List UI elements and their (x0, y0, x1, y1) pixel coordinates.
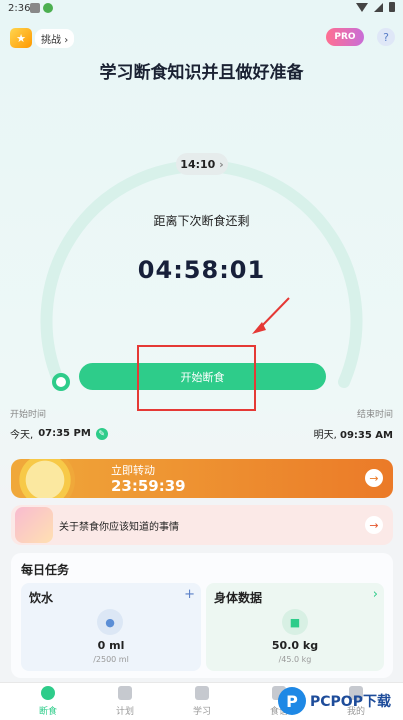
spin-promo-banner[interactable]: 立即转动 23:59:39 → (11, 459, 393, 498)
water-drop-icon: ● (97, 609, 123, 635)
plan-time: 14:10 (180, 157, 216, 171)
book-icon (118, 686, 132, 700)
water-task-name: 饮水 (29, 591, 54, 605)
dial-handle[interactable] (52, 373, 70, 391)
fasting-dial (40, 160, 363, 391)
end-time-label: 结束时间 (356, 410, 393, 420)
pencil-icon[interactable]: ✎ (95, 427, 108, 440)
start-time-value[interactable]: 今天, 07:35 PM ✎ (10, 426, 108, 441)
chevron-right-icon: › (219, 157, 224, 171)
start-day: 今天, (10, 430, 34, 441)
arrow-right-icon[interactable]: → (365, 469, 383, 487)
body-data-task-card[interactable]: 身体数据 › ■ 50.0 kg /45.0 kg (206, 583, 384, 671)
spin-title: 立即转动 (111, 464, 155, 477)
notebook-icon (195, 686, 209, 700)
tips-text: 关于禁食你应该知道的事情 (59, 522, 179, 533)
stopwatch-icon (41, 686, 55, 700)
body-task-name: 身体数据 (214, 591, 263, 605)
arrow-right-icon[interactable]: → (365, 516, 383, 534)
tips-illustration (15, 507, 53, 543)
watermark-logo: P (278, 687, 306, 715)
tab-learn[interactable]: 学习 (177, 686, 227, 717)
water-target: /2500 ml (93, 655, 129, 664)
tab-label: 学习 (192, 707, 211, 717)
end-time-value: 明天, 09:35 AM (314, 426, 393, 441)
countdown-label: 距离下次断食还剩 (153, 214, 250, 228)
daily-tasks-title: 每日任务 (21, 563, 70, 577)
weight-value: 50.0 kg (271, 639, 319, 652)
tab-plan[interactable]: 计划 (100, 686, 150, 717)
end-time: 09:35 AM (339, 430, 393, 441)
spin-countdown: 23:59:39 (111, 477, 186, 495)
add-water-button[interactable]: + (184, 587, 195, 602)
lemon-wheel-icon (15, 459, 75, 498)
water-value: 0 ml (97, 639, 125, 652)
fasting-plan-time-chip[interactable]: 14:10 › (176, 153, 228, 175)
tab-label: 断食 (38, 707, 57, 717)
weight-target: /45.0 kg (278, 655, 312, 664)
start-time: 07:35 PM (38, 428, 91, 439)
chevron-right-icon[interactable]: › (373, 587, 378, 602)
start-fasting-button[interactable]: 开始断食 (79, 363, 326, 390)
countdown-timer: 04:58:01 (137, 256, 266, 284)
end-day: 明天, (313, 430, 337, 441)
fasting-tips-card[interactable]: 关于禁食你应该知道的事情 → (11, 505, 393, 545)
tab-label: 计划 (115, 707, 134, 717)
tab-fasting[interactable]: 断食 (23, 686, 73, 717)
watermark-text: PCPOP下载 (310, 694, 391, 710)
daily-tasks-panel: 每日任务 饮水 + ● 0 ml /2500 ml 身体数据 › ■ 50.0 … (11, 553, 393, 678)
site-watermark: P PCPOP下载 (278, 682, 391, 720)
water-task-card[interactable]: 饮水 + ● 0 ml /2500 ml (21, 583, 201, 671)
scale-icon: ■ (282, 609, 308, 635)
start-time-label: 开始时间 (10, 410, 47, 420)
